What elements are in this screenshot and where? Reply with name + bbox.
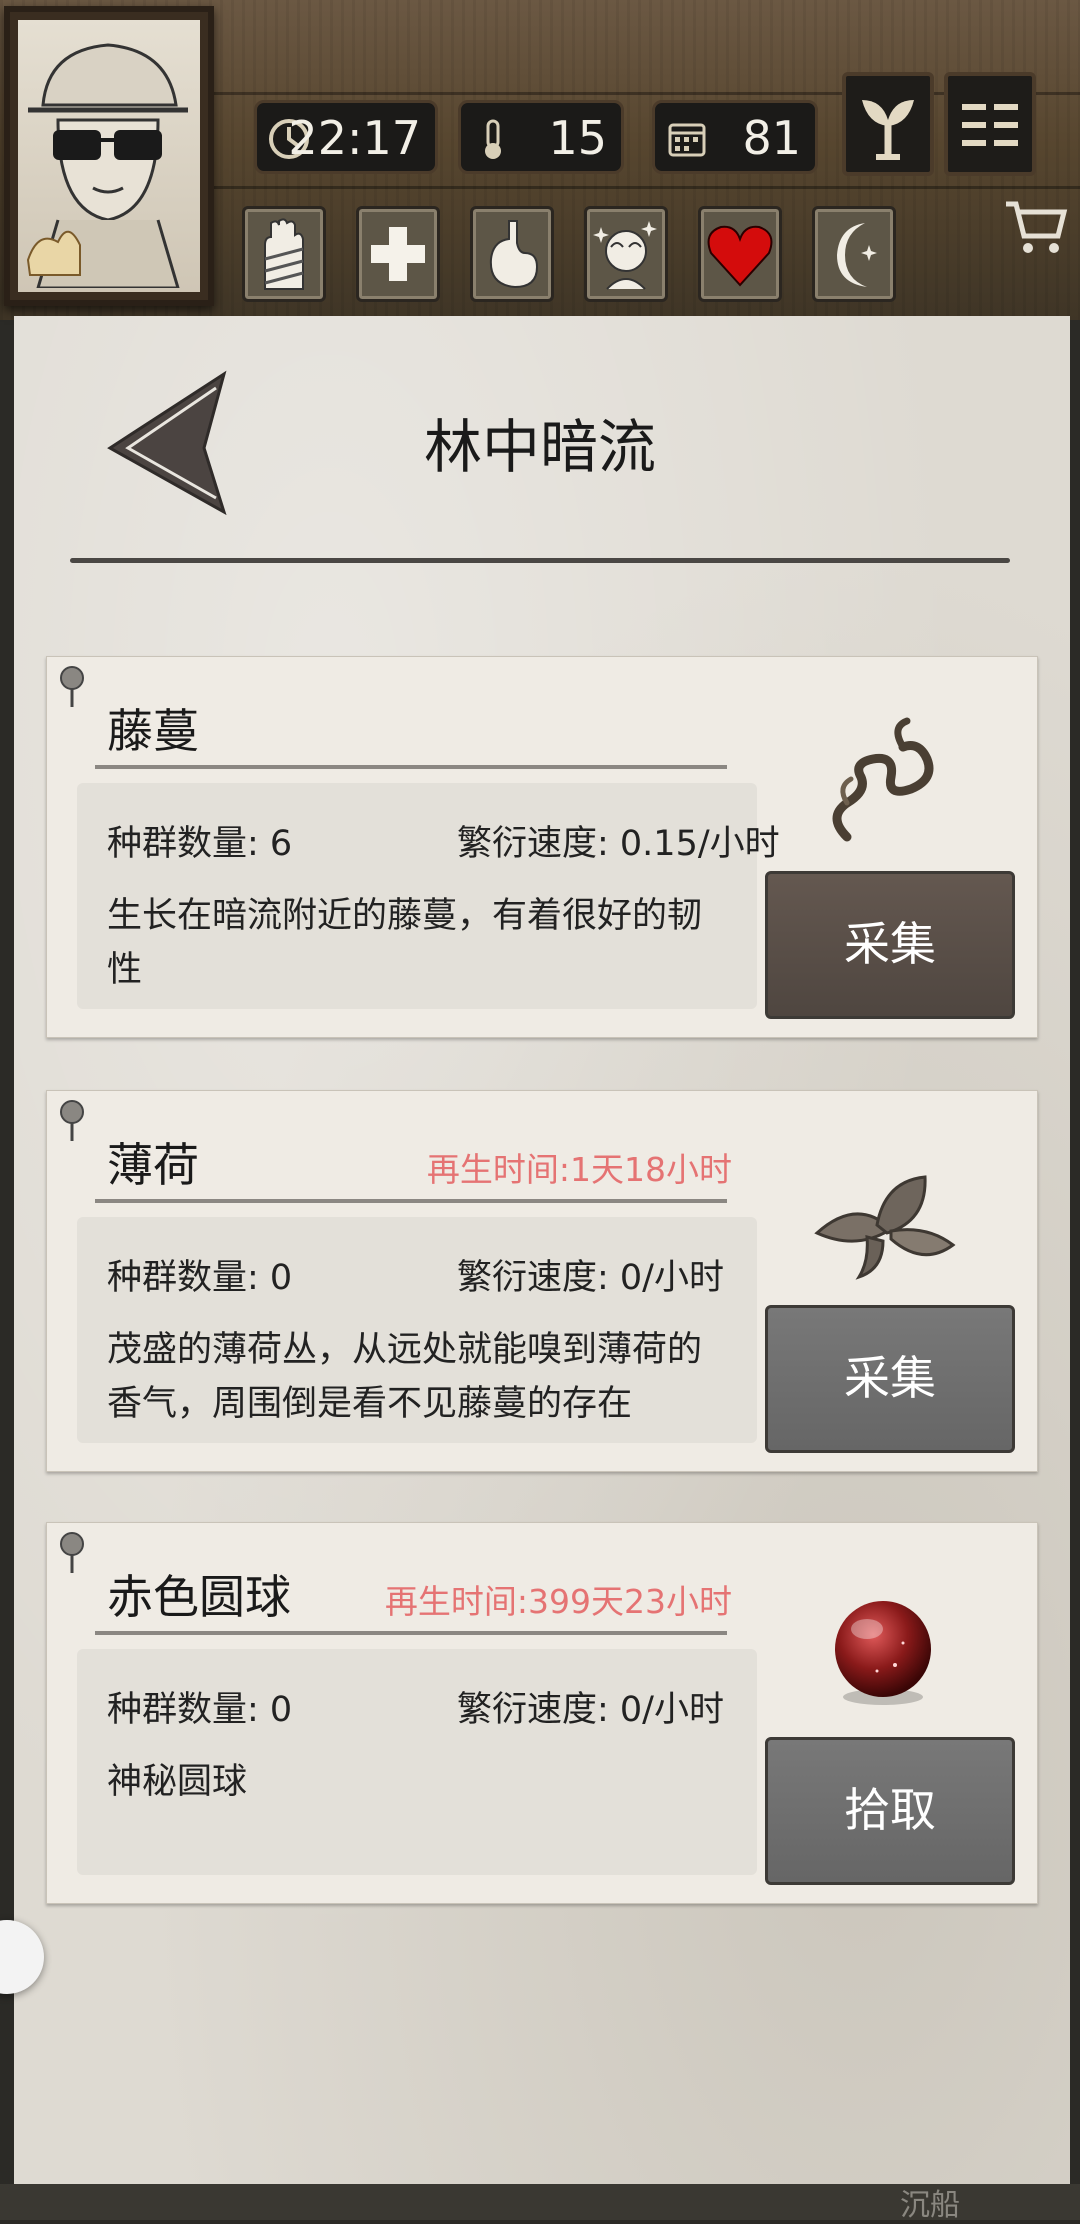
breed-rate: 繁衍速度: 0.15/小时 (457, 824, 780, 864)
time-value: 22:17 (288, 111, 421, 165)
status-health[interactable] (356, 206, 440, 302)
pickup-button[interactable]: 拾取 (765, 1737, 1015, 1885)
resource-name: 赤色圆球 (107, 1570, 291, 1624)
breed-rate: 繁衍速度: 0/小时 (457, 1690, 724, 1730)
bandaged-hand-icon (264, 218, 304, 290)
sparkle-head-icon (593, 221, 657, 290)
menu-button[interactable] (944, 72, 1036, 176)
title-divider (70, 558, 1010, 563)
calendar-icon (668, 123, 706, 157)
resource-description: 茂盛的薄荷丛，从远处就能嗅到薄荷的香气，周围倒是看不见藤蔓的存在 (107, 1330, 703, 1424)
regen-timer: 再生时间:399天23小时 (384, 1582, 732, 1621)
avatar[interactable] (4, 6, 214, 306)
page-title: 林中暗流 (423, 413, 656, 481)
sprout-button[interactable] (842, 72, 934, 176)
sprout-icon (862, 100, 914, 160)
pin-icon (60, 666, 84, 707)
population-count: 种群数量: 0 (107, 1258, 293, 1298)
avatar-portrait (26, 43, 188, 290)
pin-icon (60, 1100, 84, 1141)
status-hunger[interactable] (470, 206, 554, 302)
resource-name: 薄荷 (107, 1138, 199, 1192)
resource-description: 生长在暗流附近的藤蔓，有着很好的韧性 (107, 896, 703, 990)
name-divider (95, 1199, 727, 1203)
temperature-value: 15 (548, 111, 607, 165)
stomach-icon (489, 220, 539, 289)
status-mood[interactable] (698, 206, 782, 302)
menu-icon (962, 104, 1018, 146)
day-display: 81 (652, 100, 818, 174)
name-divider (95, 765, 727, 769)
resource-description: 神秘圆球 (107, 1762, 248, 1802)
pin-icon (60, 1532, 84, 1573)
status-sleep[interactable] (812, 206, 896, 302)
name-divider (95, 1631, 727, 1635)
red-orb-icon (835, 1601, 931, 1705)
gather-button[interactable]: 采集 (765, 1305, 1015, 1453)
population-count: 种群数量: 6 (107, 824, 293, 864)
temperature-display: 15 (458, 100, 624, 174)
thermometer-icon (485, 119, 501, 159)
day-value: 81 (742, 111, 801, 165)
mint-leaf-icon (814, 1175, 956, 1280)
vine-icon (832, 717, 934, 842)
status-mind[interactable] (584, 206, 668, 302)
regen-timer: 再生时间:1天18小时 (426, 1150, 732, 1189)
moon-icon (837, 223, 877, 287)
plank-divider (200, 186, 1080, 189)
resource-name: 藤蔓 (107, 704, 199, 758)
resource-card-vine: 藤蔓 种群数量: 6 繁衍速度: 0.15/小时 生长在暗流附近的藤蔓，有着很好… (46, 656, 1038, 1038)
population-count: 种群数量: 0 (107, 1690, 293, 1730)
heart-icon (707, 225, 773, 287)
gather-button[interactable]: 采集 (765, 871, 1015, 1019)
bottom-hint: 沉船 (900, 2188, 960, 2223)
resource-card-red-orb: 赤色圆球 再生时间:399天23小时 种群数量: 0 繁衍速度: 0/小时 神秘… (46, 1522, 1038, 1904)
resource-card-mint: 薄荷 再生时间:1天18小时 种群数量: 0 繁衍速度: 0/小时 茂盛的薄荷丛… (46, 1090, 1038, 1472)
cart-icon[interactable] (1000, 190, 1072, 262)
time-display: 22:17 (254, 100, 438, 174)
cross-icon (371, 227, 425, 281)
breed-rate: 繁衍速度: 0/小时 (457, 1258, 724, 1298)
status-injury[interactable] (242, 206, 326, 302)
